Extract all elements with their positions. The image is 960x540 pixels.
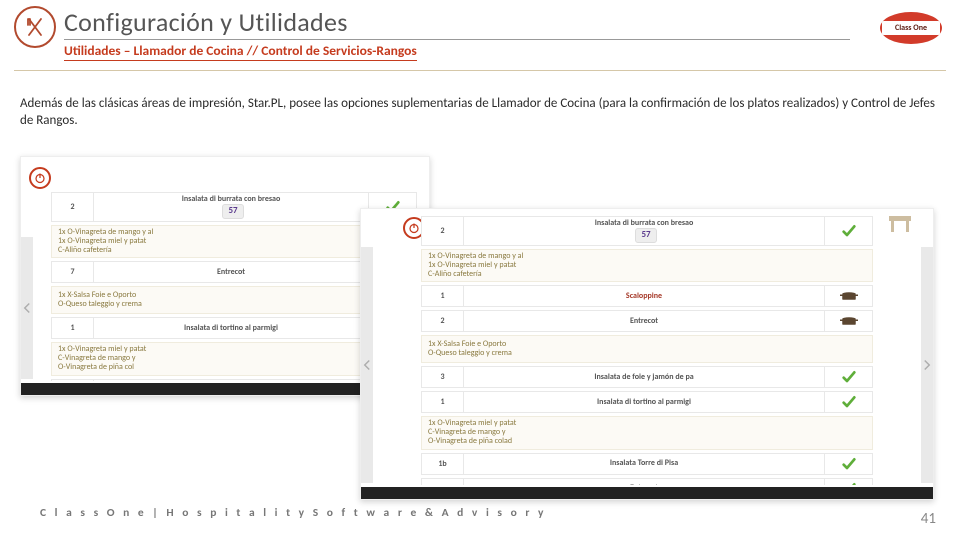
order-detail-row: 1x O-Vinagreta de mango y al1x O-Vinagre… bbox=[421, 249, 873, 283]
pot-icon[interactable] bbox=[824, 286, 872, 306]
screenshot-area: 2Insalata di burrata con bresao571x O-Vi… bbox=[20, 150, 942, 495]
check-icon[interactable] bbox=[824, 367, 872, 387]
page-title: Configuración y Utilidades bbox=[64, 6, 850, 40]
check-icon[interactable] bbox=[824, 479, 872, 485]
screenshot-rank-control: 2Insalata di burrata con bresao571x O-Vi… bbox=[360, 208, 934, 500]
order-detail-row: 1x X-Salsa Foie e OportoO-Queso taleggio… bbox=[421, 335, 873, 363]
order-row[interactable]: 10Entrecot bbox=[421, 478, 873, 485]
brand-badge: Class One bbox=[880, 12, 942, 44]
order-row[interactable]: 1Scaloppine bbox=[421, 285, 873, 307]
check-icon[interactable] bbox=[824, 454, 872, 474]
body-paragraph: Además de las clásicas áreas de impresió… bbox=[20, 96, 940, 130]
order-row[interactable]: 2Entrecot bbox=[421, 310, 873, 332]
pot-icon[interactable] bbox=[824, 311, 872, 331]
order-row[interactable]: 3Insalata de foie y jamón de pa bbox=[421, 366, 873, 388]
order-row[interactable]: 1bInsalata Torre di Pisa bbox=[421, 453, 873, 475]
logo-icon bbox=[14, 6, 56, 48]
slide-header: Configuración y Utilidades Utilidades – … bbox=[0, 0, 960, 61]
order-detail-row: 1x O-Vinagreta miel y patatC-Vinagreta d… bbox=[421, 416, 873, 450]
divider bbox=[14, 70, 946, 71]
taskbar bbox=[361, 487, 933, 499]
check-icon[interactable] bbox=[824, 217, 872, 245]
order-row[interactable]: 2Insalata di burrata con bresao57 bbox=[421, 216, 873, 246]
page-subtitle: Utilidades – Llamador de Cocina // Contr… bbox=[64, 42, 417, 61]
order-row[interactable]: 1Insalata di tortino al parmigi bbox=[421, 391, 873, 413]
check-icon[interactable] bbox=[824, 392, 872, 412]
page-number: 41 bbox=[921, 510, 936, 528]
footer-text: C l a s s O n e | H o s p i t a l i t y … bbox=[40, 506, 547, 520]
